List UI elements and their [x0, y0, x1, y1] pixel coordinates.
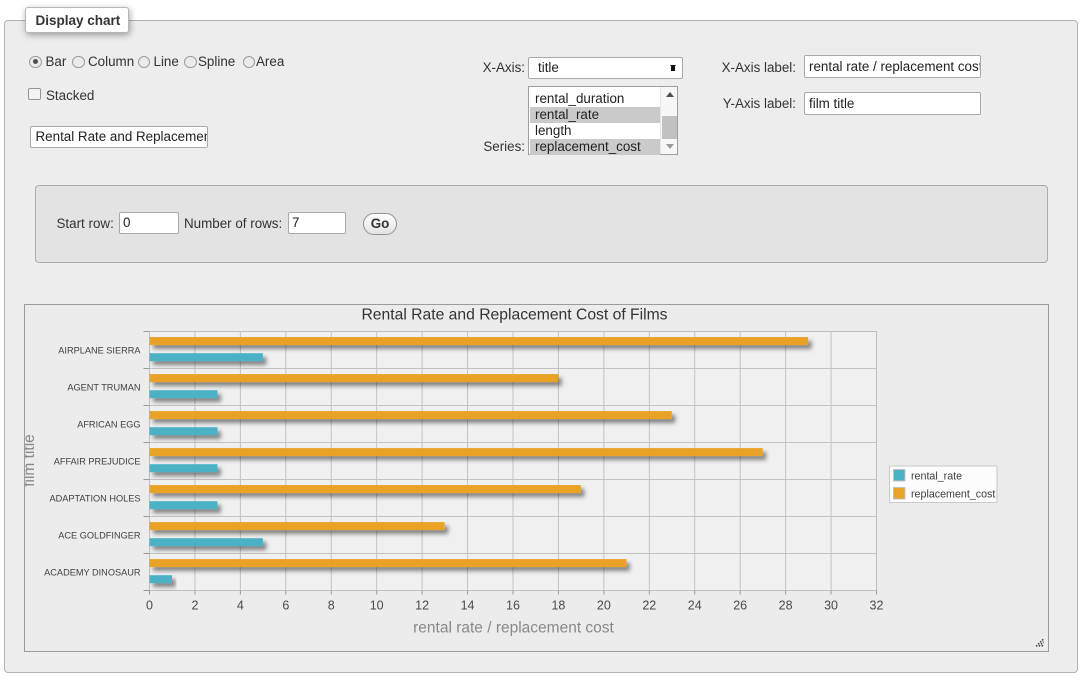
svg-text:ACE GOLDFINGER: ACE GOLDFINGER — [58, 531, 141, 541]
svg-text:32: 32 — [870, 599, 884, 613]
svg-text:6: 6 — [282, 599, 289, 613]
svg-text:Rental Rate and Replacement Co: Rental Rate and Replacement Cost of Film… — [361, 307, 667, 324]
svg-text:AGENT TRUMAN: AGENT TRUMAN — [67, 383, 140, 393]
svg-text:30: 30 — [824, 599, 838, 613]
svg-text:rental_rate: rental_rate — [911, 471, 962, 483]
svg-text:28: 28 — [779, 599, 793, 613]
svg-text:AIRPLANE SIERRA: AIRPLANE SIERRA — [58, 346, 141, 356]
svg-text:film title: film title — [25, 434, 38, 487]
svg-text:14: 14 — [461, 599, 475, 613]
svg-text:24: 24 — [688, 599, 702, 613]
svg-text:8: 8 — [328, 599, 335, 613]
svg-text:0: 0 — [146, 599, 153, 613]
svg-text:16: 16 — [506, 599, 520, 613]
svg-text:10: 10 — [370, 599, 384, 613]
svg-text:18: 18 — [551, 599, 565, 613]
svg-text:2: 2 — [191, 599, 198, 613]
svg-text:12: 12 — [415, 599, 429, 613]
svg-text:ACADEMY DINOSAUR: ACADEMY DINOSAUR — [44, 568, 141, 578]
svg-text:rental rate / replacement cost: rental rate / replacement cost — [413, 620, 614, 637]
svg-text:ADAPTATION HOLES: ADAPTATION HOLES — [49, 494, 140, 504]
svg-text:AFRICAN EGG: AFRICAN EGG — [77, 420, 140, 430]
svg-text:AFFAIR PREJUDICE: AFFAIR PREJUDICE — [54, 457, 141, 467]
svg-text:20: 20 — [597, 599, 611, 613]
svg-text:replacement_cost: replacement_cost — [911, 489, 995, 501]
svg-text:4: 4 — [237, 599, 244, 613]
svg-text:22: 22 — [642, 599, 656, 613]
svg-text:26: 26 — [733, 599, 747, 613]
